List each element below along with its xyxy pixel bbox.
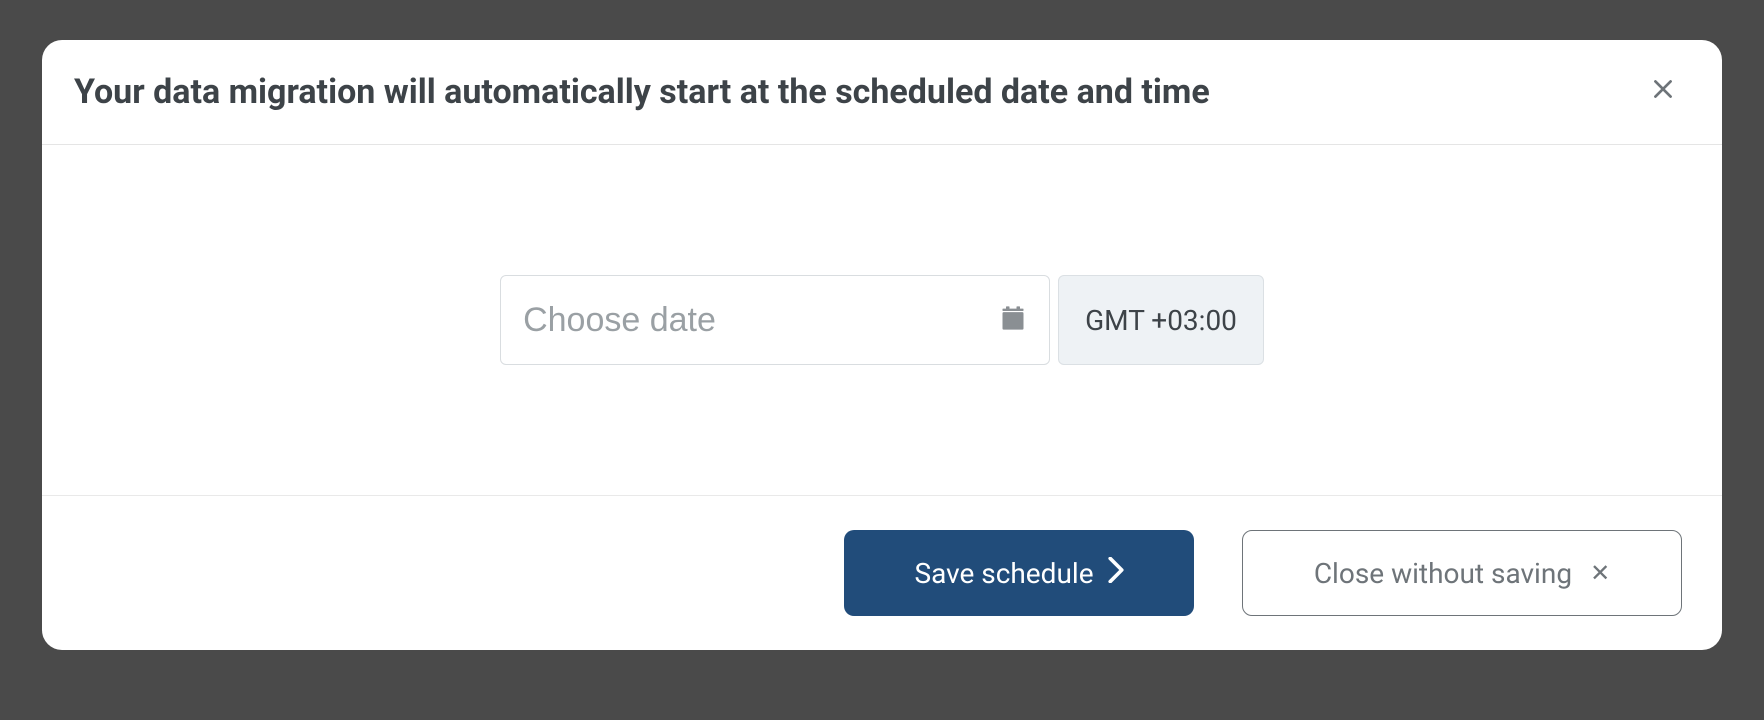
chevron-right-icon xyxy=(1108,557,1124,590)
modal-title: Your data migration will automatically s… xyxy=(74,72,1210,112)
modal-header: Your data migration will automatically s… xyxy=(42,40,1722,145)
modal-footer: Save schedule Close without saving ✕ xyxy=(42,495,1722,650)
close-icon[interactable] xyxy=(1644,70,1682,114)
calendar-icon[interactable] xyxy=(999,304,1027,336)
date-input-wrapper[interactable] xyxy=(500,275,1050,365)
date-input[interactable] xyxy=(523,301,999,340)
schedule-modal: Your data migration will automatically s… xyxy=(42,40,1722,650)
times-icon: ✕ xyxy=(1590,561,1610,585)
timezone-badge: GMT +03:00 xyxy=(1058,275,1264,365)
close-without-saving-button[interactable]: Close without saving ✕ xyxy=(1242,530,1682,616)
close-button-label: Close without saving xyxy=(1314,557,1572,590)
timezone-label: GMT +03:00 xyxy=(1085,304,1237,337)
save-button-label: Save schedule xyxy=(914,557,1093,590)
modal-body: GMT +03:00 xyxy=(42,145,1722,495)
save-schedule-button[interactable]: Save schedule xyxy=(844,530,1194,616)
